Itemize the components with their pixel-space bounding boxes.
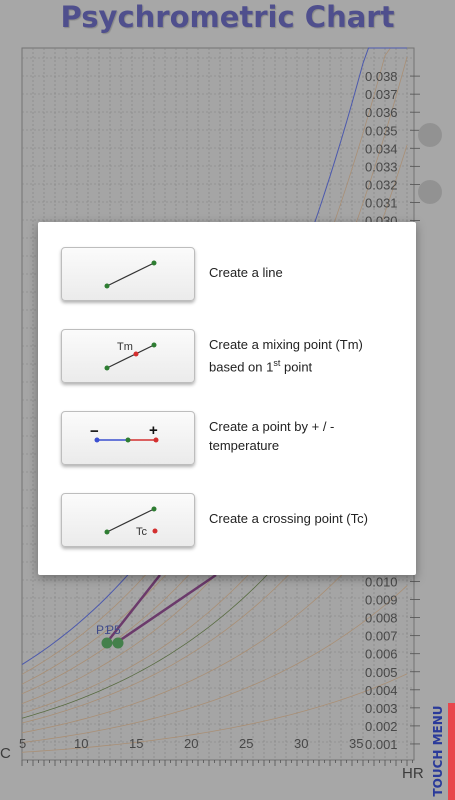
crossing-point-icon: Tc <box>104 506 158 538</box>
svg-text:Tc: Tc <box>136 526 148 538</box>
create-point-by-temperature-button[interactable]: − + <box>61 411 195 465</box>
touch-menu-bar <box>448 703 455 800</box>
svg-text:Tm: Tm <box>117 341 133 353</box>
create-menu-dialog: Create a line Tm Create a mixing point (… <box>38 222 416 575</box>
option-create-point-by-temperature[interactable]: − + Create a point by + / - temperature <box>38 411 416 471</box>
touch-menu-label: TOUCH MENU <box>431 705 445 797</box>
create-mixing-point-button[interactable]: Tm <box>61 329 195 383</box>
mixing-point-icon: Tm <box>104 341 157 371</box>
touch-menu-tab[interactable]: TOUCH MENU <box>421 703 455 800</box>
create-line-label: Create a line <box>209 265 283 280</box>
create-crossing-point-label: Create a crossing point (Tc) <box>209 511 368 526</box>
create-mixing-point-label: Create a mixing point (Tm) based on 1st … <box>209 337 363 375</box>
option-create-line[interactable]: Create a line <box>38 247 416 307</box>
create-point-by-temperature-label: Create a point by + / - temperature <box>209 419 335 453</box>
create-line-button[interactable] <box>61 247 195 301</box>
create-crossing-point-button[interactable]: Tc <box>61 493 195 547</box>
temperature-step-icon: − + <box>90 422 159 443</box>
option-create-crossing-point[interactable]: Tc Create a crossing point (Tc) <box>38 493 416 553</box>
line-icon <box>104 260 157 289</box>
option-create-mixing-point[interactable]: Tm Create a mixing point (Tm) based on 1… <box>38 329 416 389</box>
svg-text:−: − <box>90 423 99 440</box>
svg-text:+: + <box>149 422 158 439</box>
